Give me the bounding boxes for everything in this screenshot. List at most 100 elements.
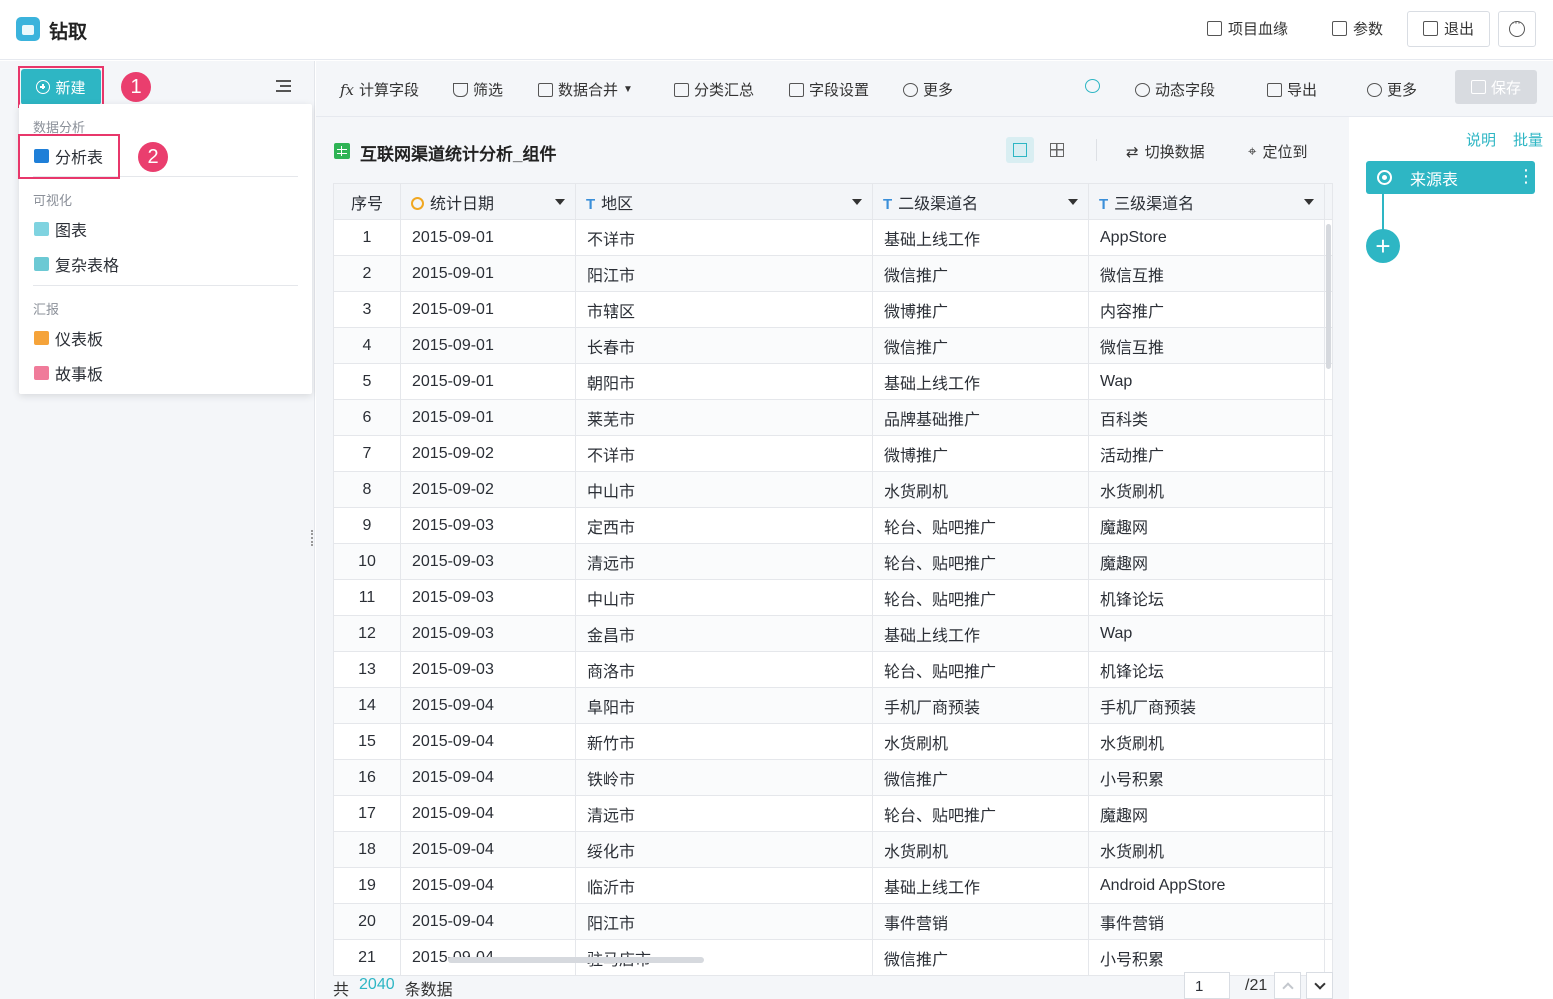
table-row[interactable]: 11 2015-09-03 中山市 轮台、贴吧推广 机锋论坛 (333, 579, 1333, 616)
list-view-button[interactable] (1006, 137, 1034, 163)
add-step-button[interactable]: + (1366, 229, 1400, 263)
table-header-row: 序号 统计日期 T 地区 T 二级渠道名 T 三级渠道名 (333, 183, 1333, 220)
table-cell: 阳江市 (575, 903, 873, 940)
table-row[interactable]: 6 2015-09-01 莱芜市 品牌基础推广 百科类 (333, 399, 1333, 436)
batch-link[interactable]: 批量 (1513, 129, 1543, 150)
table-cell: 2015-09-04 (400, 759, 576, 796)
exit-button-content[interactable]: 退出 (1423, 18, 1474, 39)
table-row[interactable]: 4 2015-09-01 长春市 微信推广 微信互推 (333, 327, 1333, 364)
calc-field-button[interactable]: fx 计算字段 (340, 79, 419, 100)
table-cell: 手机厂商预装 (872, 687, 1089, 724)
content-area: 互联网渠道统计分析_组件 ⇄ 切换数据 ⌖ 定位到 序号 统计日期 T 地区 T… (316, 117, 1349, 999)
more-left-button[interactable]: 更多 (903, 79, 953, 100)
more-right-label: 更多 (1387, 82, 1418, 99)
page-number-input[interactable]: 1 (1184, 972, 1230, 999)
column-header-channel2[interactable]: T 二级渠道名 (872, 183, 1089, 220)
more-circle-icon (1367, 82, 1382, 97)
table-row[interactable]: 5 2015-09-01 朝阳市 基础上线工作 Wap (333, 363, 1333, 400)
text-type-icon: T (586, 195, 596, 213)
table-row[interactable]: 2 2015-09-01 阳江市 微信推广 微信互推 (333, 255, 1333, 292)
table-row[interactable]: 16 2015-09-04 铁岭市 微信推广 小号积累 (333, 759, 1333, 796)
switch-data-button[interactable]: ⇄ 切换数据 (1126, 141, 1205, 162)
table-cell: 2015-09-01 (400, 291, 576, 328)
table-row[interactable]: 14 2015-09-04 阜阳市 手机厂商预装 手机厂商预装 (333, 687, 1333, 724)
vertical-scrollbar[interactable] (1326, 224, 1331, 369)
table-cell: 14 (333, 687, 401, 724)
table-cell: 水货刷机 (872, 831, 1089, 868)
menu-item-chart-label: 图表 (55, 223, 88, 240)
next-page-button[interactable] (1306, 972, 1333, 999)
table-cell: 水货刷机 (1088, 831, 1325, 868)
collapse-sidebar-icon[interactable] (276, 80, 291, 92)
chevron-down-icon[interactable] (1304, 199, 1314, 205)
table-row[interactable]: 8 2015-09-02 中山市 水货刷机 水货刷机 (333, 471, 1333, 508)
field-settings-button[interactable]: 字段设置 (789, 79, 869, 100)
total-pages: /21 (1245, 977, 1268, 994)
table-body: 1 2015-09-01 不详市 基础上线工作 AppStore 2 2015-09-01 阳… (333, 219, 1333, 976)
table-row[interactable]: 13 2015-09-03 商洛市 轮台、贴吧推广 机锋论坛 (333, 651, 1333, 688)
table-row[interactable]: 1 2015-09-01 不详市 基础上线工作 AppStore (333, 219, 1333, 256)
source-table-node[interactable]: 来源表 ⋮ (1366, 161, 1535, 194)
menu-item-complex-table[interactable]: 复杂表格 (34, 252, 119, 276)
table-cell: 微博推广 (872, 291, 1089, 328)
table-cell: 阳江市 (575, 255, 873, 292)
more-menu-button[interactable] (1498, 11, 1536, 47)
chevron-down-icon[interactable] (852, 199, 862, 205)
column-header-region[interactable]: T 地区 (575, 183, 873, 220)
project-lineage-button[interactable]: 项目血缘 (1207, 18, 1288, 39)
export-button[interactable]: 导出 (1267, 79, 1317, 100)
table-row[interactable]: 17 2015-09-04 清远市 轮台、贴吧推广 魔趣网 (333, 795, 1333, 832)
table-cell: 5 (333, 363, 401, 400)
table-row[interactable]: 15 2015-09-04 新竹市 水货刷机 水货刷机 (333, 723, 1333, 760)
table-row[interactable]: 10 2015-09-03 清远市 轮台、贴吧推广 魔趣网 (333, 543, 1333, 580)
table-cell: 2015-09-03 (400, 507, 576, 544)
table-cell: 基础上线工作 (872, 363, 1089, 400)
text-type-icon: T (883, 195, 893, 213)
params-button[interactable]: 参数 (1332, 18, 1383, 39)
data-panel: 互联网渠道统计分析_组件 ⇄ 切换数据 ⌖ 定位到 序号 统计日期 T 地区 T… (316, 117, 1349, 999)
more-right-button[interactable]: 更多 (1367, 79, 1417, 100)
exit-icon (1423, 21, 1438, 36)
menu-item-chart[interactable]: 图表 (34, 217, 87, 241)
more-left-label: 更多 (923, 82, 954, 99)
explain-link[interactable]: 说明 (1466, 129, 1496, 150)
switch-arrows-icon: ⇄ (1126, 143, 1139, 161)
table-cell: 16 (333, 759, 401, 796)
table-cell: 水货刷机 (872, 471, 1089, 508)
node-more-icon[interactable]: ⋮ (1517, 167, 1535, 185)
locate-button[interactable]: ⌖ 定位到 (1248, 141, 1307, 162)
table-cell-overflow (1324, 939, 1333, 976)
menu-item-storyboard[interactable]: 故事板 (34, 361, 103, 385)
menu-item-dashboard[interactable]: 仪表板 (34, 326, 103, 350)
chevron-down-icon[interactable] (1068, 199, 1078, 205)
horizontal-scrollbar[interactable] (448, 957, 704, 963)
table-row[interactable]: 20 2015-09-04 阳江市 事件营销 事件营销 (333, 903, 1333, 940)
save-button[interactable]: 保存 (1455, 70, 1537, 104)
table-cell: 长春市 (575, 327, 873, 364)
dynamic-field-button[interactable]: 动态字段 (1135, 79, 1215, 100)
column-header-channel3[interactable]: T 三级渠道名 (1088, 183, 1325, 220)
refresh-button[interactable] (1085, 79, 1100, 93)
table-row[interactable]: 12 2015-09-03 金昌市 基础上线工作 Wap (333, 615, 1333, 652)
filter-button[interactable]: 筛选 (453, 79, 503, 100)
text-type-icon: T (1099, 195, 1109, 213)
chevron-down-icon[interactable] (555, 199, 565, 205)
table-row[interactable]: 7 2015-09-02 不详市 微博推广 活动推广 (333, 435, 1333, 472)
data-merge-button[interactable]: 数据合并 ▼ (538, 79, 633, 100)
chevron-up-icon (1281, 981, 1294, 994)
table-cell: 水货刷机 (1088, 471, 1325, 508)
table-row[interactable]: 19 2015-09-04 临沂市 基础上线工作 Android AppStore (333, 867, 1333, 904)
group-summary-button[interactable]: 分类汇总 (674, 79, 754, 100)
column-header-date[interactable]: 统计日期 (400, 183, 576, 220)
table-cell-overflow (1324, 687, 1333, 724)
sidebar-resize-handle[interactable] (311, 530, 314, 546)
table-row[interactable]: 18 2015-09-04 绥化市 水货刷机 水货刷机 (333, 831, 1333, 868)
grid-view-button[interactable] (1043, 137, 1071, 163)
table-row[interactable]: 3 2015-09-01 市辖区 微博推广 内容推广 (333, 291, 1333, 328)
footer-suffix: 条数据 (404, 982, 453, 999)
table-cell-overflow (1324, 903, 1333, 940)
table-row[interactable]: 9 2015-09-03 定西市 轮台、贴吧推广 魔趣网 (333, 507, 1333, 544)
table-cell: 11 (333, 579, 401, 616)
table-footer: 共 2040 条数据 (333, 976, 453, 999)
prev-page-button[interactable] (1274, 972, 1301, 999)
